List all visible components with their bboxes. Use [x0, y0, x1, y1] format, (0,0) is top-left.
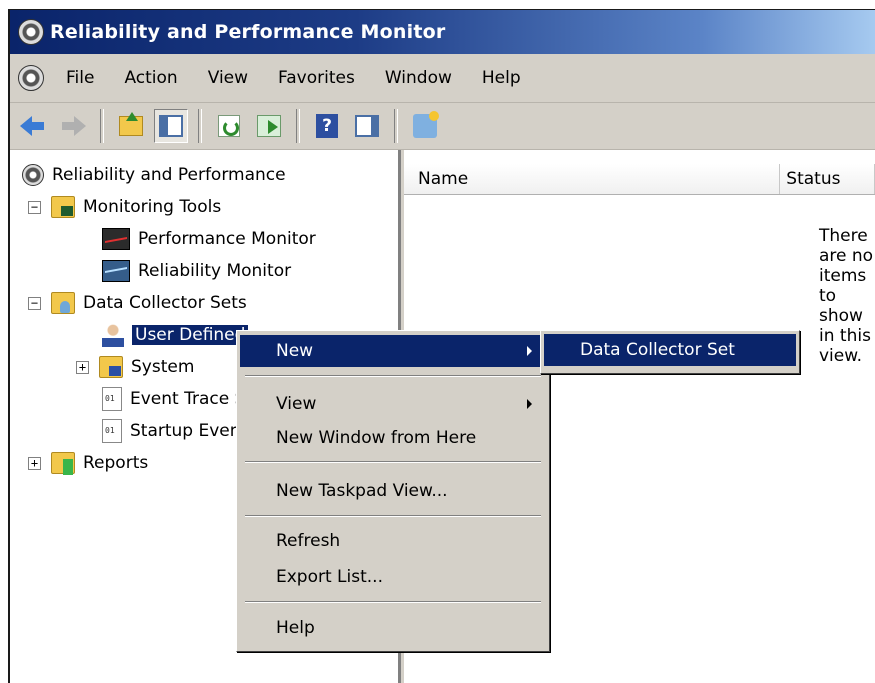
submenu-arrow-icon [527, 399, 532, 409]
new-window-icon [413, 111, 439, 138]
tree-label-data-collector-sets: Data Collector Sets [83, 293, 247, 313]
export-list-button[interactable] [252, 109, 286, 143]
context-menu-new-window[interactable]: New Window from Here [240, 422, 546, 454]
context-menu-view-label: View [276, 394, 317, 414]
help-button[interactable]: ? [310, 109, 344, 143]
tree-node-performance-monitor[interactable]: Performance Monitor [102, 224, 316, 254]
up-folder-icon [119, 112, 143, 136]
context-menu-export-list[interactable]: Export List... [240, 561, 546, 593]
menu-file[interactable]: File [52, 68, 110, 88]
properties-button[interactable] [350, 109, 384, 143]
menu-action[interactable]: Action [110, 68, 193, 88]
menu-window[interactable]: Window [371, 68, 468, 88]
menu-separator [245, 375, 541, 377]
window-title: Reliability and Performance Monitor [50, 21, 446, 43]
forward-button[interactable] [56, 109, 90, 143]
tree-node-data-collector-sets[interactable]: − Data Collector Sets [28, 288, 247, 318]
submenu-data-collector-set[interactable]: Data Collector Set [544, 334, 796, 366]
show-hide-tree-button[interactable] [154, 109, 188, 143]
tree-label-system: System [131, 357, 195, 377]
tree-label-root: Reliability and Performance [52, 165, 286, 185]
menu-bar: File Action View Favorites Window Help [10, 54, 875, 103]
refresh-icon [218, 115, 240, 137]
console-tree-icon [159, 115, 183, 137]
new-window-button[interactable] [408, 109, 442, 143]
trace-document-icon [102, 387, 122, 411]
monitor-icon [22, 164, 44, 186]
tree-label-reliability-monitor: Reliability Monitor [138, 261, 292, 281]
back-button[interactable] [16, 109, 50, 143]
user-icon [102, 323, 124, 347]
collapse-icon[interactable]: − [28, 296, 41, 310]
up-one-level-button[interactable] [114, 109, 148, 143]
help-icon: ? [316, 114, 338, 138]
tree-label-reports: Reports [83, 453, 149, 473]
tree-label-monitoring-tools: Monitoring Tools [83, 197, 222, 217]
toolbar-separator [296, 109, 300, 143]
menu-favorites[interactable]: Favorites [264, 68, 371, 88]
toolbar-separator [394, 109, 398, 143]
empty-list-message: There are no items to show in this view. [819, 226, 874, 366]
tree-node-reliability-monitor[interactable]: Reliability Monitor [102, 256, 291, 286]
context-menu-view[interactable]: View [240, 388, 546, 420]
context-menu-help[interactable]: Help [240, 612, 546, 644]
context-menu-new-taskpad[interactable]: New Taskpad View... [240, 475, 546, 507]
tree-label-user-defined: User Defined [132, 325, 249, 345]
submenu-arrow-icon [527, 346, 532, 356]
menu-separator [245, 515, 541, 517]
menu-help[interactable]: Help [468, 68, 537, 88]
tree-label-performance-monitor: Performance Monitor [138, 229, 316, 249]
toolbar-separator [198, 109, 202, 143]
context-menu: New View New Window from Here New Taskpa… [236, 330, 550, 652]
reliability-chart-icon [102, 260, 130, 282]
collapse-icon[interactable]: − [28, 200, 41, 214]
toolbar: ? [10, 103, 875, 150]
refresh-button[interactable] [212, 109, 246, 143]
app-icon [18, 19, 44, 45]
system-menu-icon[interactable] [18, 65, 44, 91]
expand-icon[interactable]: + [28, 456, 41, 470]
forward-arrow-icon [60, 116, 86, 136]
properties-icon [355, 115, 379, 137]
expand-icon[interactable]: + [76, 360, 89, 374]
menu-separator [245, 461, 541, 463]
monitoring-folder-icon [51, 196, 75, 218]
menu-separator [245, 601, 541, 603]
tree-node-user-defined[interactable]: User Defined [102, 320, 249, 350]
column-header-name[interactable]: Name [404, 164, 781, 194]
list-header: Name Status [404, 164, 875, 195]
menu-view[interactable]: View [194, 68, 264, 88]
back-arrow-icon [20, 116, 46, 136]
tree-node-monitoring-tools[interactable]: − Monitoring Tools [28, 192, 221, 222]
tree-node-root[interactable]: Reliability and Performance [22, 160, 286, 190]
export-list-icon [257, 115, 281, 137]
data-collector-folder-icon [51, 292, 75, 314]
performance-chart-icon [102, 228, 130, 250]
new-submenu: Data Collector Set [540, 330, 800, 374]
tree-node-system[interactable]: + System [76, 352, 194, 382]
context-menu-new[interactable]: New [240, 335, 546, 367]
reports-folder-icon [51, 452, 75, 475]
system-folder-icon [99, 356, 123, 378]
column-header-status[interactable]: Status [780, 164, 875, 194]
context-menu-refresh[interactable]: Refresh [240, 525, 546, 557]
tree-node-reports[interactable]: + Reports [28, 448, 148, 478]
context-menu-new-label: New [276, 341, 314, 361]
toolbar-separator [100, 109, 104, 143]
title-bar[interactable]: Reliability and Performance Monitor [10, 10, 875, 54]
trace-document-icon [102, 419, 122, 443]
